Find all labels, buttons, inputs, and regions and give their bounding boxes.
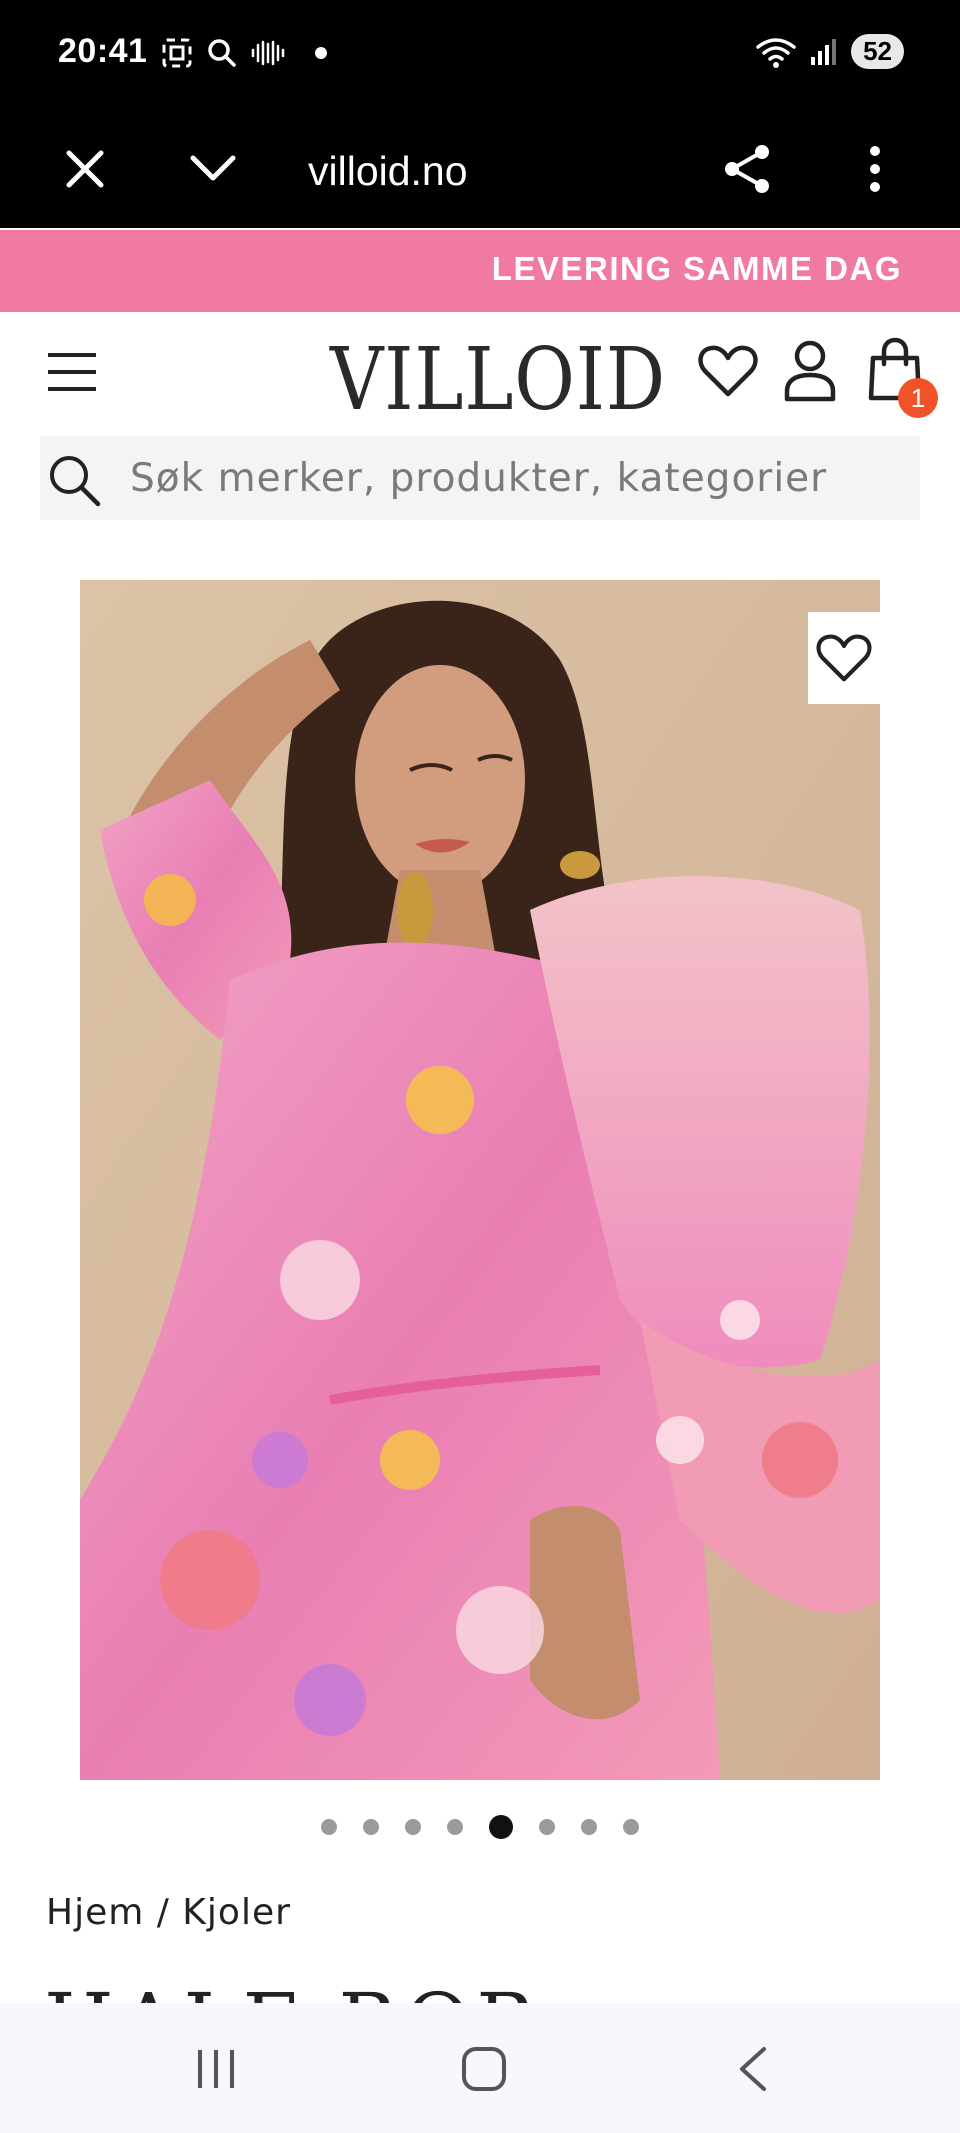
carousel-dot[interactable] <box>321 1819 337 1835</box>
account-button[interactable] <box>780 336 840 406</box>
heart-icon <box>816 634 872 682</box>
status-icons-right: 52 <box>755 34 904 69</box>
signal-icon <box>811 38 837 65</box>
carousel-dot[interactable] <box>581 1819 597 1835</box>
status-icons-left <box>160 36 330 70</box>
image-wishlist-button[interactable] <box>808 612 880 704</box>
search-bar[interactable] <box>40 436 920 520</box>
battery-indicator: 52 <box>851 34 904 69</box>
search-icon-container <box>46 452 102 513</box>
heart-icon <box>698 345 758 397</box>
carousel-dot[interactable] <box>623 1819 639 1835</box>
promo-banner[interactable]: LEVERING SAMME DAG <box>0 230 960 312</box>
status-time: 20:41 <box>58 32 148 70</box>
breadcrumb[interactable]: Hjem / Kjoler <box>46 1892 291 1933</box>
search-icon <box>208 39 236 67</box>
carousel-dot[interactable] <box>489 1815 513 1839</box>
carousel-dot[interactable] <box>447 1819 463 1835</box>
home-icon <box>462 2047 506 2091</box>
sound-wave-icon <box>251 40 285 66</box>
search-icon <box>50 456 101 507</box>
chevron-down-icon <box>190 155 236 181</box>
site-logo[interactable]: VILLOID <box>330 330 666 430</box>
back-button[interactable] <box>720 2039 784 2099</box>
carousel-dot[interactable] <box>363 1819 379 1835</box>
recent-apps-button[interactable] <box>184 2039 248 2099</box>
url-display[interactable]: villoid.no <box>308 148 468 195</box>
hamburger-menu-icon <box>48 353 96 391</box>
cart-button[interactable]: 1 <box>866 334 938 418</box>
site-header: VILLOID 1 <box>0 312 960 432</box>
status-bar: 20:41 52 <box>0 0 960 110</box>
carousel-dot[interactable] <box>539 1819 555 1835</box>
promo-text: LEVERING SAMME DAG <box>491 250 902 287</box>
user-icon <box>784 340 836 402</box>
menu-button[interactable] <box>40 342 104 402</box>
back-icon <box>740 2047 766 2091</box>
wishlist-button[interactable] <box>696 340 760 402</box>
carousel-dot[interactable] <box>405 1819 421 1835</box>
wifi-icon <box>756 37 796 68</box>
minimize-button[interactable] <box>182 138 244 200</box>
share-icon <box>725 145 769 193</box>
share-button[interactable] <box>716 138 778 200</box>
recent-apps-icon <box>198 2050 234 2088</box>
product-image[interactable] <box>80 580 880 1780</box>
home-button[interactable] <box>452 2039 516 2099</box>
screenshot-icon <box>162 38 192 68</box>
carousel-dots <box>0 1815 960 1839</box>
more-vert-icon <box>870 146 880 192</box>
more-options-button[interactable] <box>844 138 906 200</box>
close-tab-button[interactable] <box>54 138 116 200</box>
search-input[interactable] <box>130 436 900 520</box>
dot-icon <box>315 47 327 59</box>
cart-count-badge: 1 <box>898 378 938 418</box>
system-nav-bar <box>0 2003 960 2133</box>
product-photo <box>80 580 880 1780</box>
close-icon <box>66 150 104 188</box>
browser-toolbar: villoid.no <box>0 110 960 228</box>
